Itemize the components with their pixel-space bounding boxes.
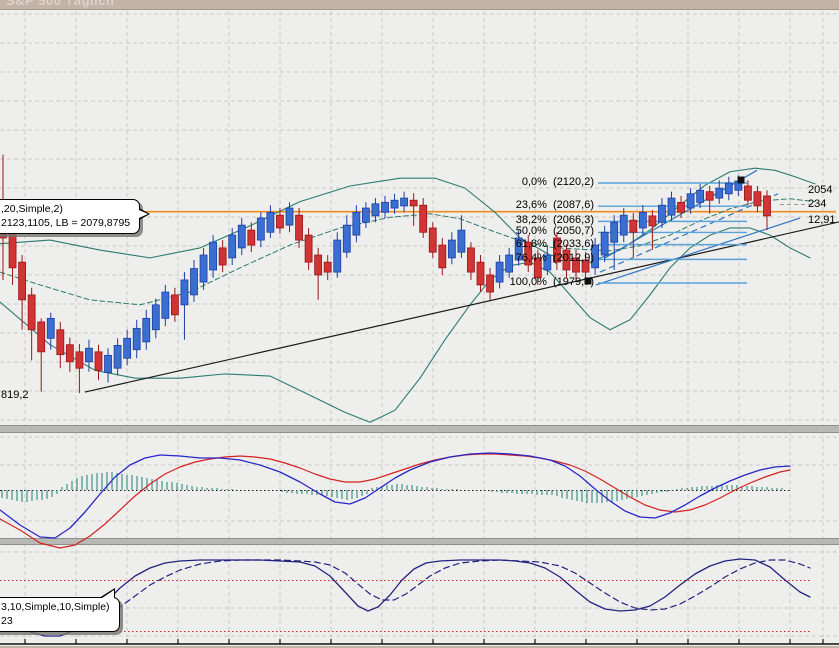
stochastic-panel (0, 559, 812, 636)
stochastic-tooltip-value: 23 (1, 614, 110, 628)
grid-layer (0, 11, 839, 643)
tooltip-pointer (139, 208, 150, 220)
candles-layer (0, 155, 771, 393)
chart-canvas[interactable] (0, 0, 839, 648)
bollinger-indicator-tooltip[interactable]: ,20,Simple,2) 2123,1105, LB = 2079,8795 (0, 199, 140, 234)
fib-drag-handle[interactable] (585, 278, 592, 285)
bollinger-tooltip-values: 2123,1105, LB = 2079,8795 (1, 216, 130, 230)
bollinger-tooltip-params: ,20,Simple,2) (1, 202, 130, 216)
window-title-bar[interactable]: S&P 500 Täglich (0, 0, 839, 10)
time-axis (0, 639, 839, 644)
fib-drag-handle[interactable] (738, 177, 745, 184)
panel-separators (0, 425, 839, 545)
tooltip-pointer (99, 588, 115, 598)
application-window: S&P 500 Täglich 0,0% (2120,2)23,6% (2087… (0, 0, 839, 648)
stochastic-indicator-tooltip[interactable]: 3,10,Simple,10,Simple) 23 (0, 597, 120, 632)
macd-panel (0, 453, 792, 548)
stochastic-tooltip-params: 3,10,Simple,10,Simple) (1, 600, 110, 614)
window-title: S&P 500 Täglich (6, 0, 114, 8)
